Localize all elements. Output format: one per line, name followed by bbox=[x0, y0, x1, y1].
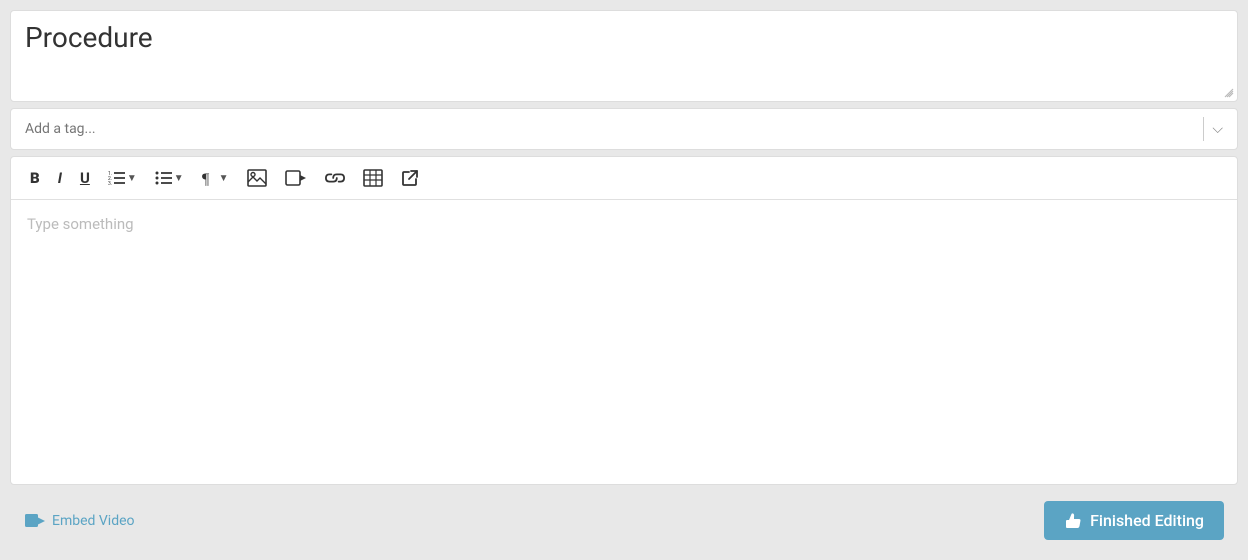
bold-button[interactable]: B bbox=[23, 165, 47, 191]
image-icon bbox=[247, 169, 267, 187]
video-icon bbox=[285, 170, 307, 186]
external-link-icon bbox=[401, 169, 419, 187]
resize-handle[interactable] bbox=[1223, 87, 1235, 99]
unordered-list-chevron: ▼ bbox=[174, 173, 184, 184]
svg-text:3.: 3. bbox=[108, 181, 112, 186]
underline-button[interactable]: U bbox=[73, 165, 97, 191]
image-button[interactable] bbox=[240, 165, 274, 191]
italic-button[interactable]: I bbox=[51, 165, 69, 191]
tag-input[interactable] bbox=[25, 121, 1203, 137]
ordered-list-chevron: ▼ bbox=[127, 173, 137, 184]
editor-placeholder: Type something bbox=[27, 215, 134, 233]
ordered-list-icon: 1. 2. 3. bbox=[108, 170, 126, 186]
unordered-list-button[interactable]: ▼ bbox=[148, 166, 191, 190]
table-icon bbox=[363, 169, 383, 187]
title-area: Procedure bbox=[10, 10, 1238, 102]
tag-area: ⌵ bbox=[10, 108, 1238, 150]
thumbs-up-icon bbox=[1064, 512, 1082, 530]
editor-area: B I U 1. 2. 3. ▼ bbox=[10, 156, 1238, 485]
video-button[interactable] bbox=[278, 166, 314, 190]
external-link-button[interactable] bbox=[394, 165, 426, 191]
tag-divider bbox=[1203, 117, 1204, 141]
svg-text:¶: ¶ bbox=[202, 171, 210, 186]
editor-content[interactable]: Type something bbox=[11, 200, 1237, 484]
link-icon bbox=[325, 170, 345, 186]
paragraph-icon: ¶ bbox=[202, 170, 218, 186]
paragraph-button[interactable]: ¶ ▼ bbox=[195, 166, 236, 190]
embed-video-icon bbox=[24, 513, 46, 529]
link-button[interactable] bbox=[318, 166, 352, 190]
title-input[interactable]: Procedure bbox=[25, 21, 1223, 87]
embed-video-label: Embed Video bbox=[52, 513, 135, 529]
paragraph-chevron: ▼ bbox=[219, 173, 229, 184]
finished-editing-button[interactable]: Finished Editing bbox=[1044, 501, 1224, 540]
finished-editing-label: Finished Editing bbox=[1090, 511, 1204, 530]
ordered-list-button[interactable]: 1. 2. 3. ▼ bbox=[101, 166, 144, 190]
embed-video-button[interactable]: Embed Video bbox=[24, 513, 135, 529]
table-button[interactable] bbox=[356, 165, 390, 191]
page-container: Procedure ⌵ B I U 1. 2. 3. bbox=[0, 0, 1248, 560]
unordered-list-icon bbox=[155, 170, 173, 186]
bottom-bar: Embed Video Finished Editing bbox=[10, 491, 1238, 550]
chevron-down-icon[interactable]: ⌵ bbox=[1212, 121, 1223, 137]
toolbar: B I U 1. 2. 3. ▼ bbox=[11, 157, 1237, 200]
